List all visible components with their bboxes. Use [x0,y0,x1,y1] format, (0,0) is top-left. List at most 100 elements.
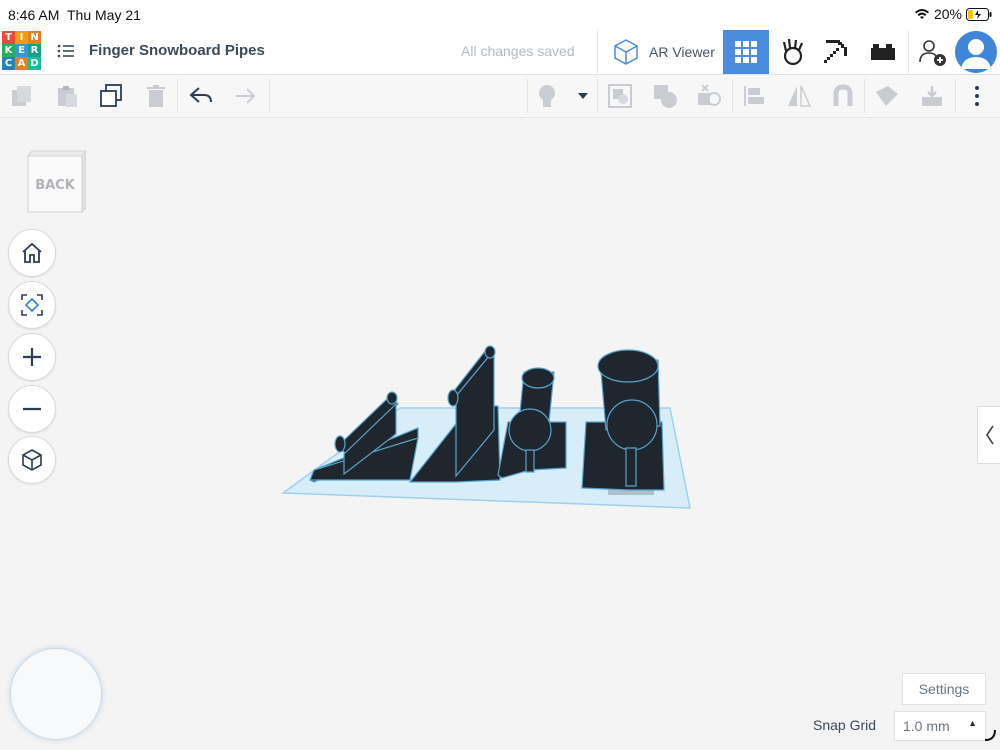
ungroup-button[interactable] [652,83,678,109]
more-vertical-icon [975,86,979,106]
fit-view-icon [21,294,43,316]
resize-handle-icon [984,729,996,741]
caret-up-icon: ▲ [968,718,977,728]
grid-icon [735,41,757,63]
add-user-icon [919,40,946,66]
zoom-out-button[interactable] [8,385,56,433]
copy-button[interactable] [9,83,35,109]
design-title[interactable]: Finger Snowboard Pipes [89,42,265,59]
logo-letter: D [28,57,41,70]
battery-icon [966,7,992,21]
fit-view-button[interactable] [8,281,56,329]
redo-icon [236,88,256,104]
snap-grid-value: 1.0 mm [903,718,950,734]
align-button[interactable] [741,83,767,109]
divider [269,79,270,113]
logo-letter: C [2,57,15,70]
show-all-button[interactable] [534,83,560,109]
note-button[interactable] [874,83,900,109]
pipe-small-shape[interactable] [497,367,567,479]
status-date: Thu May 21 [67,7,141,23]
ar-viewer-button[interactable]: AR Viewer [607,30,723,74]
status-bar: 8:46 AM Thu May 21 20% [0,0,1000,30]
view-cube[interactable]: BACK [26,149,88,214]
undo-button[interactable] [188,83,214,109]
rail-small-shape[interactable] [309,391,419,483]
home-icon [22,242,42,263]
logo-letter: R [28,44,41,57]
edit-toolbar [0,75,1000,118]
divider [864,79,865,113]
codeblocks-button[interactable] [771,30,815,74]
logo-letter: E [15,44,28,57]
duplicate-icon [100,84,122,107]
redo-button[interactable] [232,83,258,109]
app-header: TINKERCAD Finger Snowboard Pipes All cha… [0,30,1000,75]
hide-menu-dropdown[interactable] [570,83,596,109]
mirror-button[interactable] [786,83,812,109]
paste-icon [58,86,77,107]
minus-icon [23,407,41,411]
chevron-left-icon [985,425,994,445]
divider [597,79,598,113]
caret-down-icon [578,93,588,99]
align-icon [744,86,764,106]
lightbulb-icon [539,85,555,107]
delete-button[interactable] [143,83,169,109]
3d-design-view-button[interactable] [723,30,769,74]
import-button[interactable] [919,83,945,109]
logo-letter: I [15,31,28,44]
group-button[interactable] [607,83,633,109]
import-icon [922,86,942,106]
user-avatar[interactable] [955,31,997,73]
ar-cube-icon [614,39,638,65]
more-options-button[interactable] [964,83,990,109]
menu-list-icon[interactable] [57,43,75,59]
view-cube-face-label: BACK [35,178,76,193]
divider [732,79,733,113]
status-time: 8:46 AM [8,7,60,23]
undo-icon [189,87,212,103]
logo-letter: N [28,31,41,44]
mirror-icon [788,85,812,107]
cube-icon [22,449,42,471]
home-view-button[interactable] [8,229,56,277]
ungroup-icon [654,85,677,108]
divider [955,79,956,113]
user-icon [961,39,991,69]
ar-viewer-label: AR Viewer [649,44,715,60]
divider [527,79,528,113]
invite-user-button[interactable] [910,30,954,74]
battery-percent: 20% [933,6,962,22]
magnet-icon [833,84,853,106]
divider [177,79,178,113]
brick-icon [871,44,895,60]
logo-letter: T [2,31,15,44]
hand-icon [782,38,804,66]
logo-letter: K [2,44,15,57]
snap-grid-select[interactable]: 1.0 mm ▲ [894,711,986,741]
snap-grid-label: Snap Grid [813,717,877,733]
cruise-button[interactable] [830,83,856,109]
shapes-icon [698,84,721,106]
divider [597,30,598,74]
perspective-toggle-button[interactable] [8,436,56,484]
pickaxe-icon [824,40,847,63]
group-icon [608,84,632,108]
settings-button[interactable]: Settings [902,673,986,705]
minecraft-button[interactable] [815,30,859,74]
paste-button[interactable] [54,83,80,109]
convert-button[interactable] [696,83,722,109]
tinkercad-logo[interactable]: TINKERCAD [2,31,42,71]
shapes-panel-toggle[interactable] [977,406,1000,464]
orbit-joystick[interactable] [10,648,102,740]
save-status: All changes saved [461,43,575,59]
wifi-icon [914,9,929,19]
trash-icon [147,85,165,107]
zoom-in-button[interactable] [8,333,56,381]
copy-icon [12,86,31,106]
note-icon [876,86,898,106]
duplicate-button[interactable] [98,83,124,109]
bricks-button[interactable] [861,30,905,74]
workplane-scene[interactable] [270,330,710,520]
